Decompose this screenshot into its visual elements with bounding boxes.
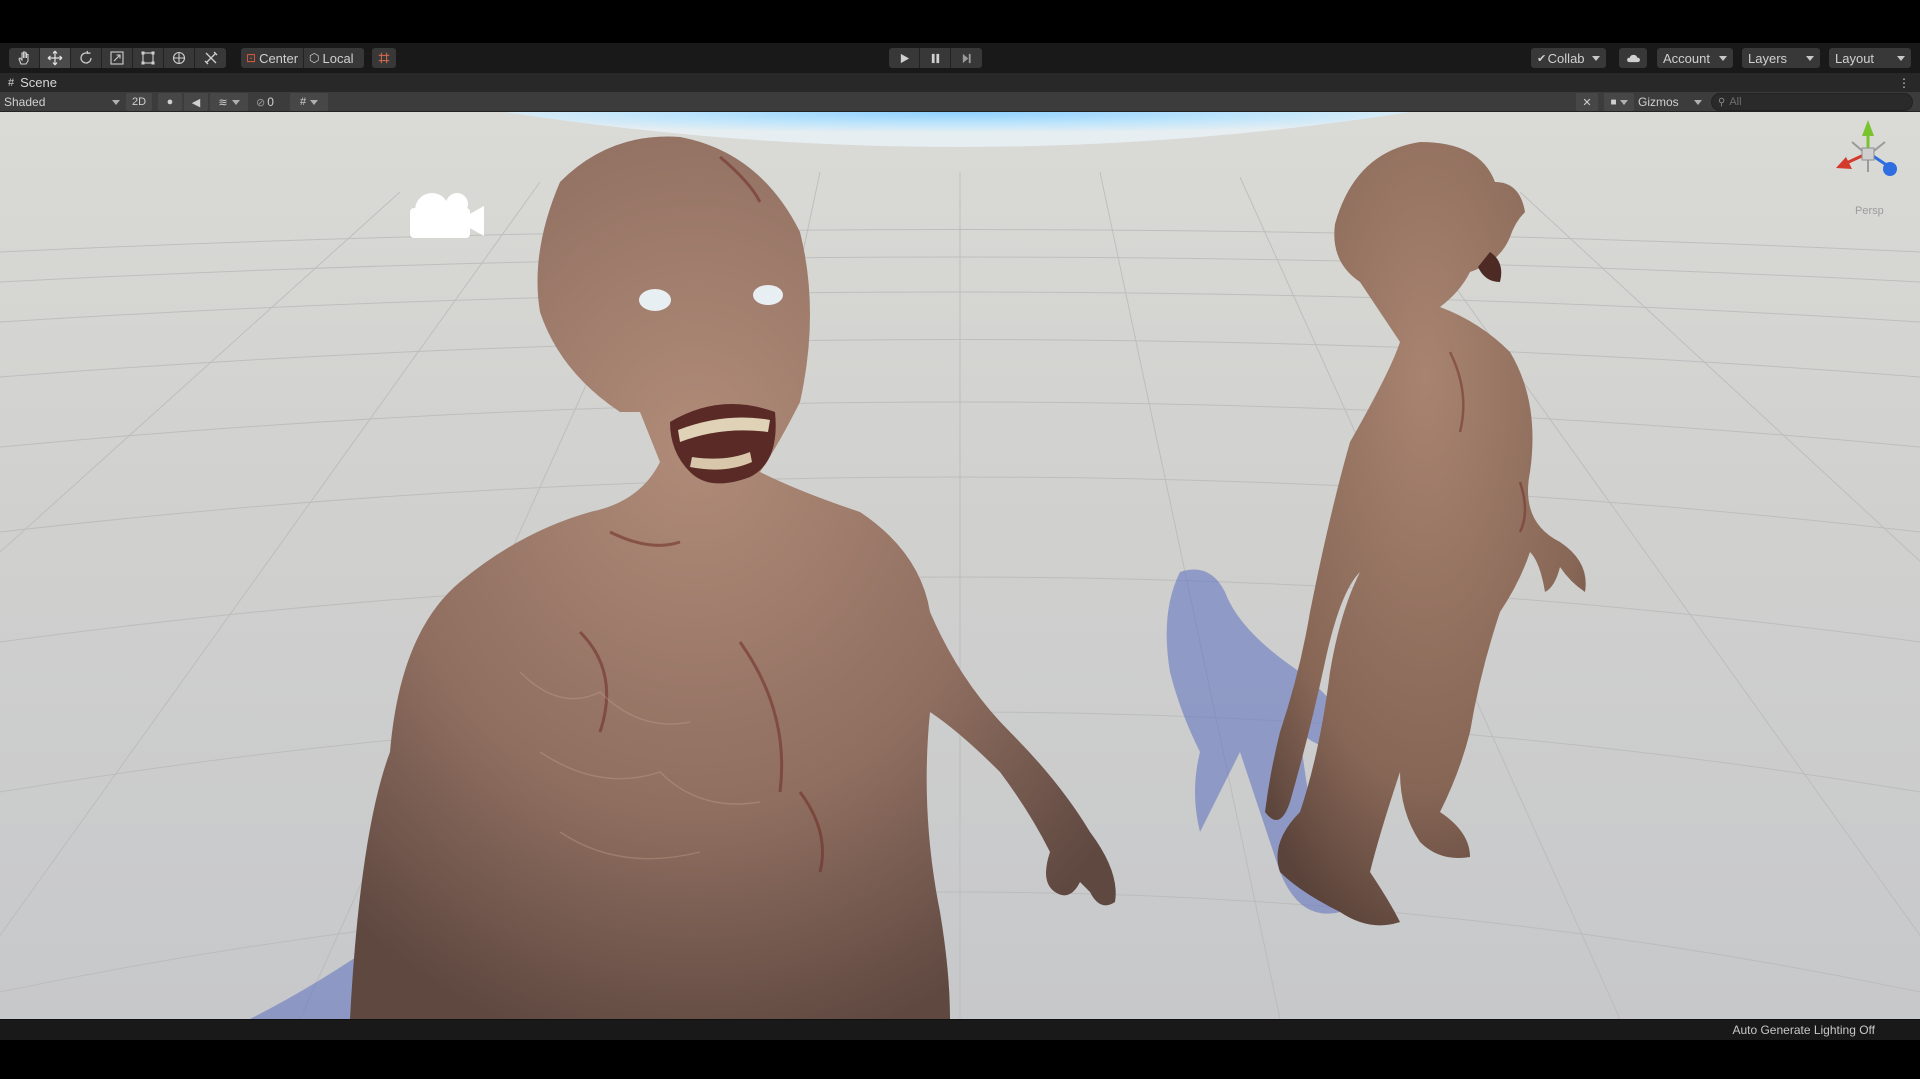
play-icon [900, 53, 909, 63]
scale-tool-button[interactable] [102, 48, 133, 68]
pivot-center-label: Center [259, 50, 299, 66]
audio-toggle[interactable]: ◀ [184, 93, 208, 111]
hierarchy-search-field[interactable]: ⚲ All [1711, 93, 1913, 111]
scale-icon [110, 51, 124, 65]
hidden-objects-toggle[interactable]: ⊘ 0 [256, 93, 284, 111]
chevron-down-icon [1806, 55, 1814, 61]
search-icon: ⚲ [1718, 96, 1726, 108]
rotate-tool-button[interactable] [71, 48, 102, 68]
chevron-down-icon [310, 99, 319, 105]
custom-tool-button[interactable] [195, 48, 226, 68]
rotate-icon [80, 50, 92, 64]
pivot-toggles: ⊡ Center ⬡ Local [241, 48, 364, 68]
cloud-icon [1626, 54, 1640, 62]
scene-render [0, 112, 1920, 1019]
account-group: Account [1657, 48, 1733, 68]
chevron-down-icon [112, 99, 120, 105]
cloud-group [1619, 48, 1647, 68]
tab-bar: # Scene ⋮ [0, 73, 1920, 92]
gizmos-label: Gizmos [1638, 95, 1679, 109]
letterbox-bottom [0, 1040, 1920, 1079]
transform-tool-button[interactable] [164, 48, 195, 68]
draw-mode-label: Shaded [4, 95, 46, 109]
step-icon [962, 53, 971, 63]
lighting-toggle[interactable]: ● [158, 93, 182, 111]
tab-scene[interactable]: # Scene [8, 75, 57, 90]
chevron-down-icon [1719, 55, 1727, 61]
effects-icon: ≋ [218, 96, 228, 109]
rect-icon [141, 51, 155, 65]
grid-visibility-dropdown[interactable]: # [290, 93, 328, 111]
persp-label[interactable]: Persp [1855, 205, 1884, 217]
toggle-2d-label: 2D [131, 96, 147, 108]
pivot-local-button[interactable]: ⬡ Local [304, 48, 364, 68]
layout-group: Layout [1829, 48, 1911, 68]
move-icon [47, 50, 63, 66]
chevron-down-icon [1619, 99, 1628, 105]
account-label: Account [1663, 50, 1710, 66]
scene-control-bar: Shaded 2D ● ◀ ≋ ⊘ 0 # ✕ ■ Gizmos ⚲ All [0, 92, 1920, 112]
scene-tools-button[interactable]: ✕ [1576, 93, 1598, 111]
effects-dropdown[interactable]: ≋ [210, 93, 248, 111]
hidden-count: 0 [267, 95, 274, 109]
grid-snap-icon [378, 52, 390, 64]
playmode-controls [889, 48, 982, 68]
pivot-local-label: Local [322, 50, 354, 66]
toggle-2d-button[interactable]: 2D [126, 93, 152, 111]
tools-icon: ✕ [1582, 96, 1592, 109]
pivot-center-icon: ⊡ [246, 51, 257, 65]
collab-check-icon: ✔ [1537, 52, 1547, 65]
collab-dropdown[interactable]: ✔ Collab [1531, 48, 1606, 68]
speaker-icon: ◀ [191, 96, 201, 109]
pause-icon [931, 53, 939, 63]
rect-tool-button[interactable] [133, 48, 164, 68]
layout-dropdown[interactable]: Layout [1829, 48, 1911, 68]
play-button[interactable] [889, 48, 920, 68]
cloud-button[interactable] [1619, 48, 1647, 68]
hand-tool-button[interactable] [9, 48, 40, 68]
layers-label: Layers [1748, 50, 1788, 66]
step-button[interactable] [951, 48, 982, 68]
grid-icon: # [299, 96, 307, 108]
camera-icon: ■ [1610, 96, 1617, 108]
collab-label: Collab [1547, 50, 1585, 66]
layout-label: Layout [1835, 50, 1875, 66]
account-dropdown[interactable]: Account [1657, 48, 1733, 68]
search-placeholder: All [1729, 96, 1742, 108]
chevron-down-icon [1694, 99, 1702, 105]
chevron-down-icon [1897, 55, 1905, 61]
draw-mode-dropdown[interactable]: Shaded [4, 93, 120, 111]
camera-settings-dropdown[interactable]: ■ [1604, 93, 1634, 111]
collab-group: ✔ Collab [1531, 48, 1606, 68]
pivot-center-button[interactable]: ⊡ Center [241, 48, 304, 68]
tab-menu-icon[interactable]: ⋮ [1898, 76, 1910, 90]
move-tool-button[interactable] [40, 48, 71, 68]
pause-button[interactable] [920, 48, 951, 68]
local-cube-icon: ⬡ [309, 51, 320, 65]
tools-icon [204, 51, 217, 65]
status-bar: Auto Generate Lighting Off [0, 1019, 1920, 1040]
scene-grid-icon: # [8, 76, 15, 89]
layers-dropdown[interactable]: Layers [1742, 48, 1820, 68]
main-toolbar: ⊡ Center ⬡ Local ✔ Collab Account Layers… [0, 43, 1920, 73]
lighting-status[interactable]: Auto Generate Lighting Off [1732, 1023, 1875, 1037]
eye-slash-icon: ⊘ [256, 96, 266, 109]
gizmos-dropdown[interactable]: Gizmos [1638, 93, 1702, 111]
hand-icon [18, 51, 29, 65]
layers-group: Layers [1742, 48, 1820, 68]
tab-scene-label: Scene [20, 75, 57, 90]
grid-snap-button[interactable] [372, 48, 396, 68]
chevron-down-icon [1591, 55, 1600, 61]
chevron-down-icon [231, 99, 240, 105]
transform-icon [172, 51, 186, 65]
scene-viewport[interactable]: Persp [0, 112, 1920, 1019]
lightbulb-icon: ● [166, 96, 174, 108]
letterbox-top [0, 0, 1920, 43]
transform-tools [9, 48, 226, 68]
